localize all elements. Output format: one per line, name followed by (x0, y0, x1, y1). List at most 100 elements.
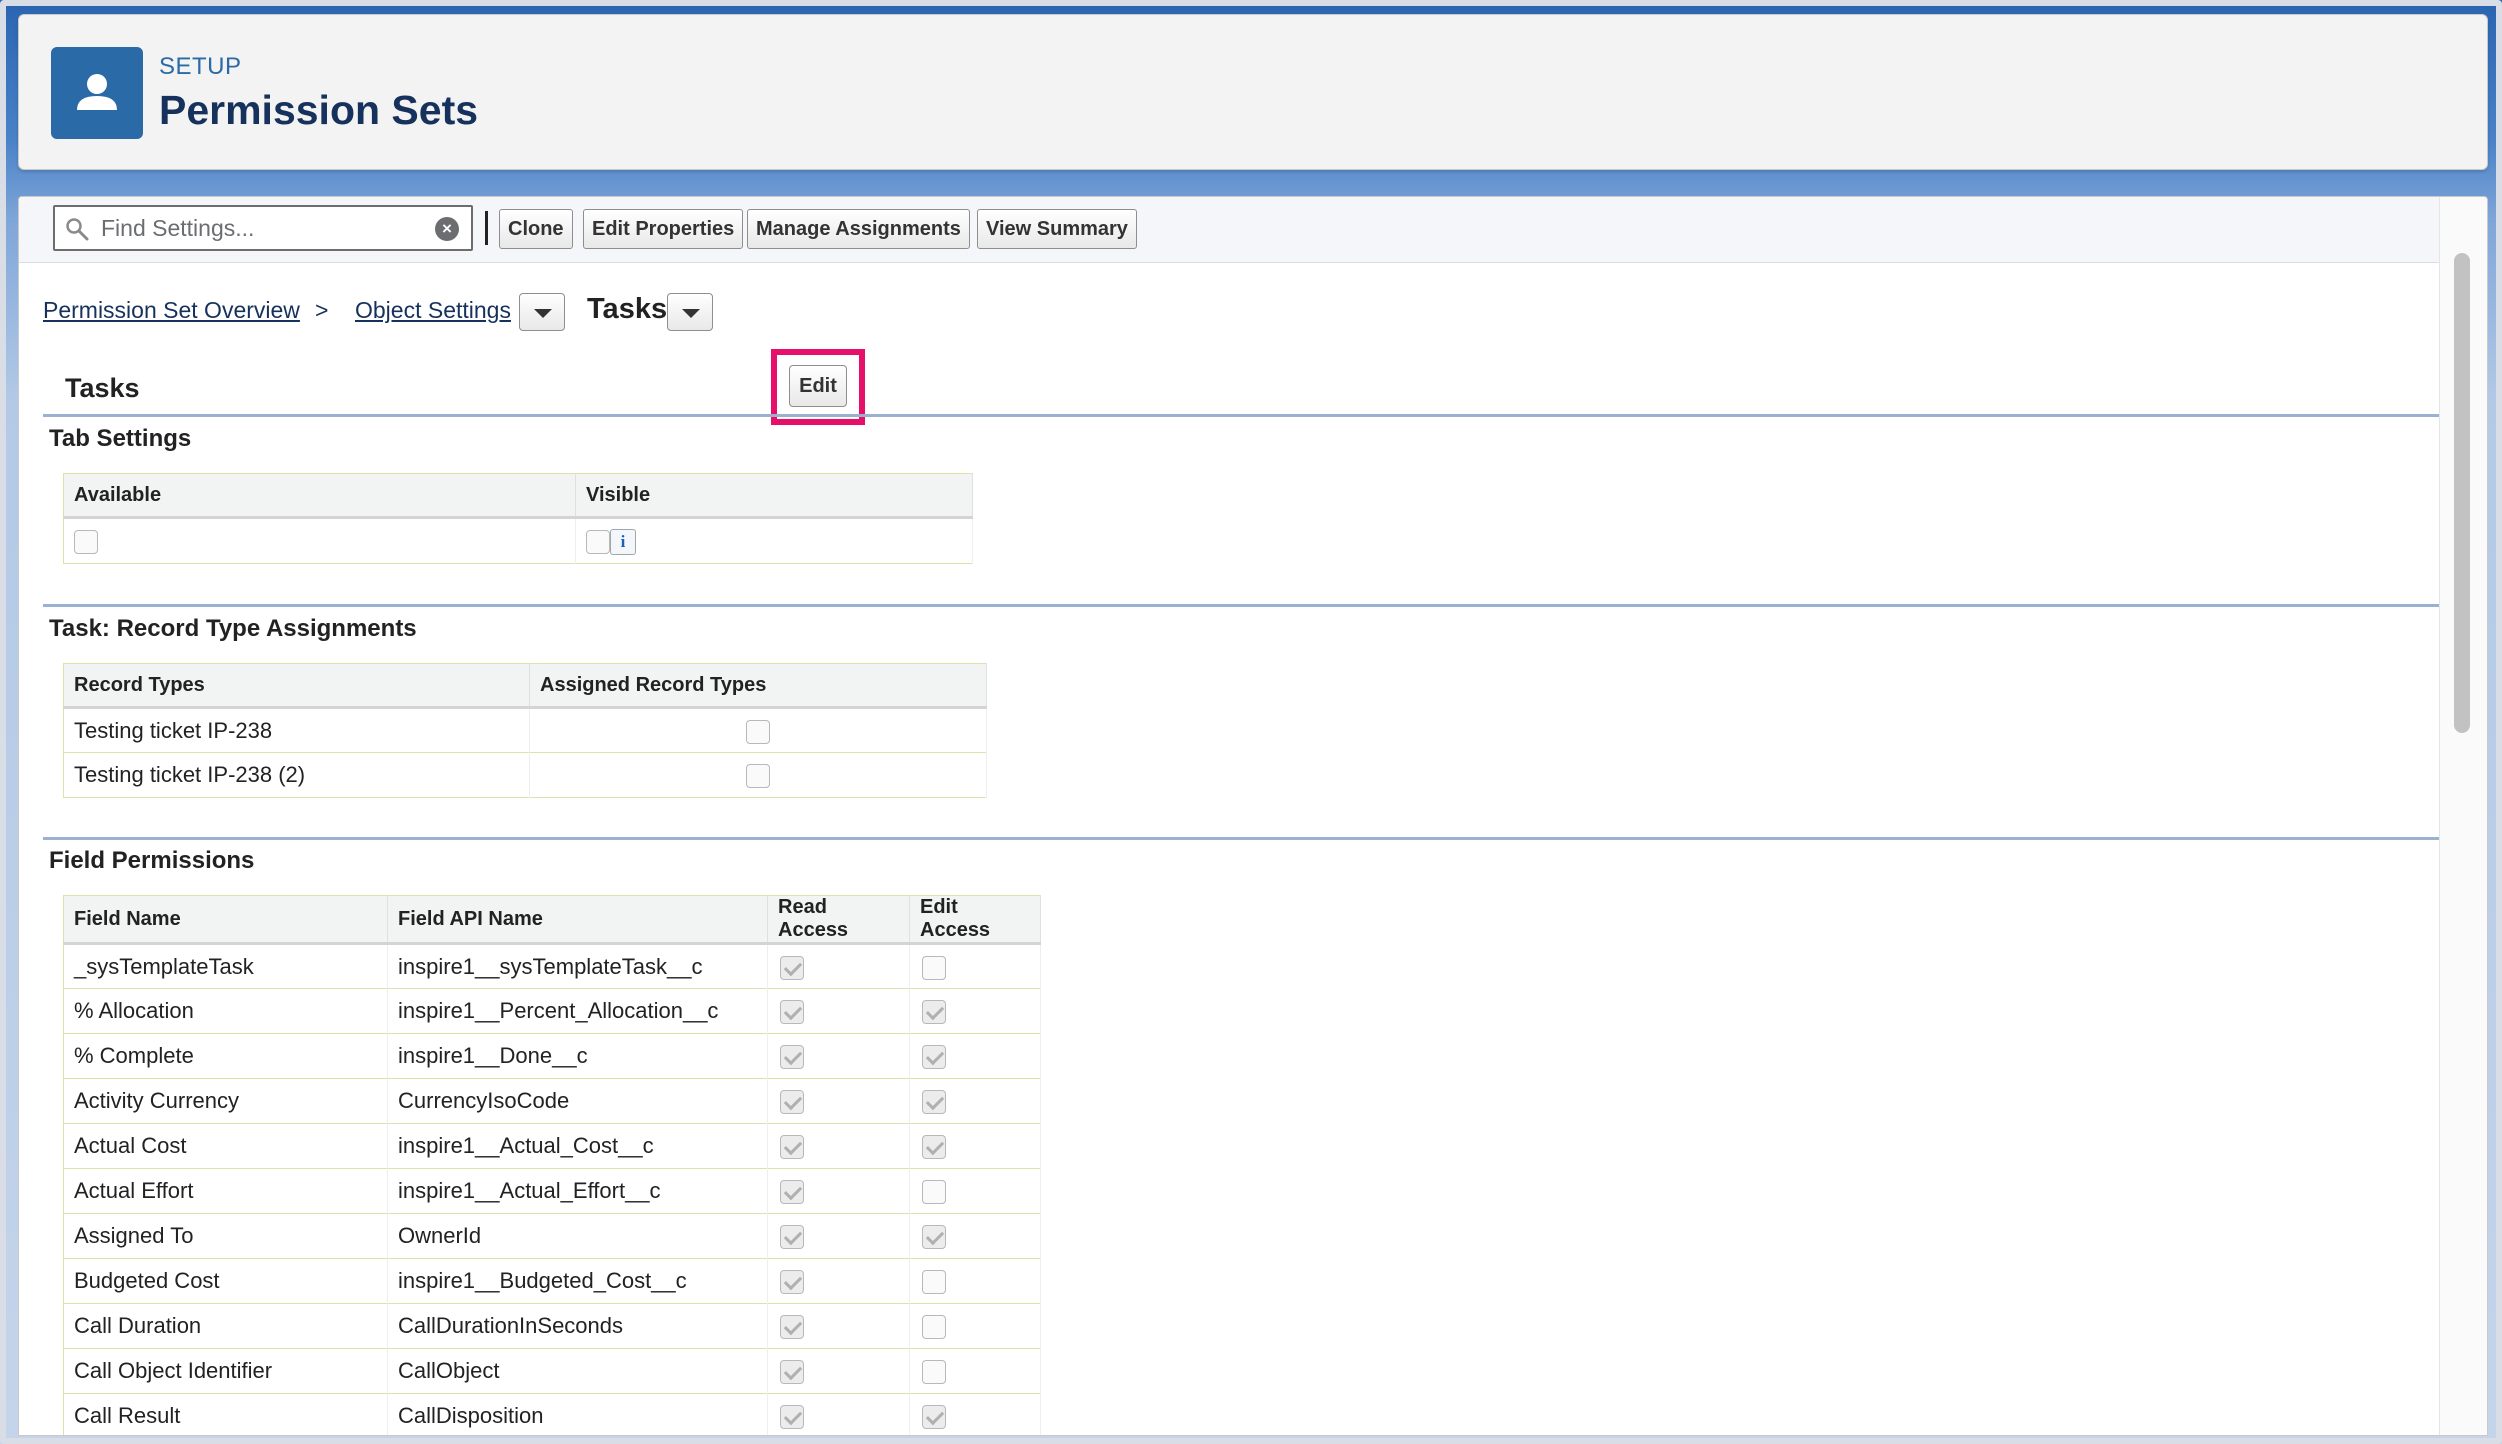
column-header-assigned: Assigned Record Types (529, 663, 987, 709)
field-api-name: CallDisposition (387, 1393, 768, 1435)
assigned-checkbox[interactable] (746, 719, 770, 744)
assigned-cell (529, 752, 987, 798)
edit-access-checkbox[interactable] (922, 1315, 946, 1340)
column-header-api-name: Field API Name (387, 895, 768, 945)
available-cell (63, 517, 576, 564)
field-name: % Complete (63, 1033, 388, 1079)
visible-cell: i (575, 517, 973, 564)
read-access-cell (767, 1303, 910, 1349)
clone-button[interactable]: Clone (499, 209, 573, 249)
field-api-name: OwnerId (387, 1213, 768, 1259)
chevron-down-icon[interactable] (519, 293, 565, 331)
breadcrumb-current: Tasks (587, 293, 668, 325)
column-header-edit-access: Edit Access (909, 895, 1041, 945)
field-name: Assigned To (63, 1213, 388, 1259)
record-type-name: Testing ticket IP-238 (2) (63, 752, 530, 798)
record-type-name: Testing ticket IP-238 (63, 707, 530, 753)
edit-access-cell (909, 1078, 1041, 1124)
edit-access-checkbox[interactable] (922, 1180, 946, 1205)
search-box: × (53, 205, 473, 251)
user-icon (51, 47, 143, 139)
available-checkbox[interactable] (74, 530, 98, 555)
breadcrumb-object-settings-link[interactable]: Object Settings (355, 297, 511, 324)
table-row: Testing ticket IP-238 (2) (63, 752, 987, 798)
toolbar: × Clone Edit Properties Manage Assignmen… (19, 197, 2439, 263)
field-name: Activity Currency (63, 1078, 388, 1124)
search-icon (66, 218, 89, 241)
field-name: Actual Effort (63, 1168, 388, 1214)
edit-access-checkbox[interactable] (922, 1360, 946, 1385)
edit-access-checkbox[interactable] (922, 1405, 946, 1430)
table-row: Testing ticket IP-238 (63, 707, 987, 753)
read-access-checkbox[interactable] (780, 1135, 804, 1160)
field-api-name: CallObject (387, 1348, 768, 1394)
record-types-table: Record Types Assigned Record Types Testi… (63, 663, 987, 798)
read-access-checkbox[interactable] (780, 1180, 804, 1205)
read-access-checkbox[interactable] (780, 1090, 804, 1115)
edit-access-checkbox[interactable] (922, 955, 946, 980)
table-row: Call Duration CallDurationInSeconds (63, 1303, 1041, 1349)
page-title: Permission Sets (159, 87, 479, 133)
read-access-cell (767, 1033, 910, 1079)
read-access-checkbox[interactable] (780, 1270, 804, 1295)
field-name: Call Object Identifier (63, 1348, 388, 1394)
assigned-cell (529, 707, 987, 753)
field-name: Call Duration (63, 1303, 388, 1349)
field-api-name: inspire1__Budgeted_Cost__c (387, 1258, 768, 1304)
field-api-name: inspire1__Actual_Effort__c (387, 1168, 768, 1214)
edit-access-checkbox[interactable] (922, 1000, 946, 1025)
chevron-down-icon[interactable] (667, 293, 713, 331)
edit-access-checkbox[interactable] (922, 1090, 946, 1115)
edit-properties-button[interactable]: Edit Properties (583, 209, 744, 249)
section-divider (43, 837, 2439, 840)
field-api-name: inspire1__Percent_Allocation__c (387, 988, 768, 1034)
edit-access-cell (909, 1033, 1041, 1079)
edit-access-cell (909, 1393, 1041, 1435)
read-access-cell (767, 1348, 910, 1394)
table-row: _sysTemplateTask inspire1__sysTemplateTas… (63, 943, 1041, 989)
edit-access-checkbox[interactable] (922, 1045, 946, 1070)
view-summary-button[interactable]: View Summary (977, 209, 1137, 249)
section-divider (43, 414, 2439, 417)
table-row: Actual Effort inspire1__Actual_Effort__c (63, 1168, 1041, 1214)
search-input[interactable] (101, 211, 421, 245)
field-name: Budgeted Cost (63, 1258, 388, 1304)
read-access-cell (767, 1123, 910, 1169)
tab-settings-title: Tab Settings (49, 425, 192, 452)
read-access-checkbox[interactable] (780, 1045, 804, 1070)
page-header: SETUP Permission Sets (18, 14, 2488, 170)
field-name: _sysTemplateTask (63, 943, 388, 989)
edit-access-checkbox[interactable] (922, 1225, 946, 1250)
object-title: Tasks (65, 373, 140, 403)
manage-assignments-button[interactable]: Manage Assignments (747, 209, 970, 249)
visible-checkbox[interactable] (586, 529, 610, 554)
scrollbar-thumb[interactable] (2454, 253, 2470, 733)
field-permissions-title: Field Permissions (49, 847, 255, 874)
vertical-scrollbar[interactable] (2439, 197, 2487, 1435)
table-row: % Complete inspire1__Done__c (63, 1033, 1041, 1079)
read-access-checkbox[interactable] (780, 1405, 804, 1430)
read-access-checkbox[interactable] (780, 955, 804, 980)
read-access-checkbox[interactable] (780, 1360, 804, 1385)
content-panel: × Clone Edit Properties Manage Assignmen… (18, 196, 2488, 1436)
edit-button[interactable]: Edit (789, 365, 847, 407)
field-name: Actual Cost (63, 1123, 388, 1169)
assigned-checkbox[interactable] (746, 764, 770, 789)
table-row: Call Object Identifier CallObject (63, 1348, 1041, 1394)
edit-access-checkbox[interactable] (922, 1270, 946, 1295)
read-access-checkbox[interactable] (780, 1225, 804, 1250)
read-access-cell (767, 1213, 910, 1259)
section-divider (43, 604, 2439, 607)
breadcrumb-overview-link[interactable]: Permission Set Overview (43, 297, 300, 324)
table-row: % Allocation inspire1__Percent_Allocation… (63, 988, 1041, 1034)
read-access-cell (767, 1393, 910, 1435)
read-access-checkbox[interactable] (780, 1000, 804, 1025)
edit-access-checkbox[interactable] (922, 1135, 946, 1160)
field-api-name: CurrencyIsoCode (387, 1078, 768, 1124)
field-api-name: CallDurationInSeconds (387, 1303, 768, 1349)
info-icon[interactable]: i (610, 528, 636, 555)
clear-icon[interactable]: × (435, 217, 459, 241)
read-access-cell (767, 1078, 910, 1124)
field-name: % Allocation (63, 988, 388, 1034)
read-access-checkbox[interactable] (780, 1315, 804, 1340)
